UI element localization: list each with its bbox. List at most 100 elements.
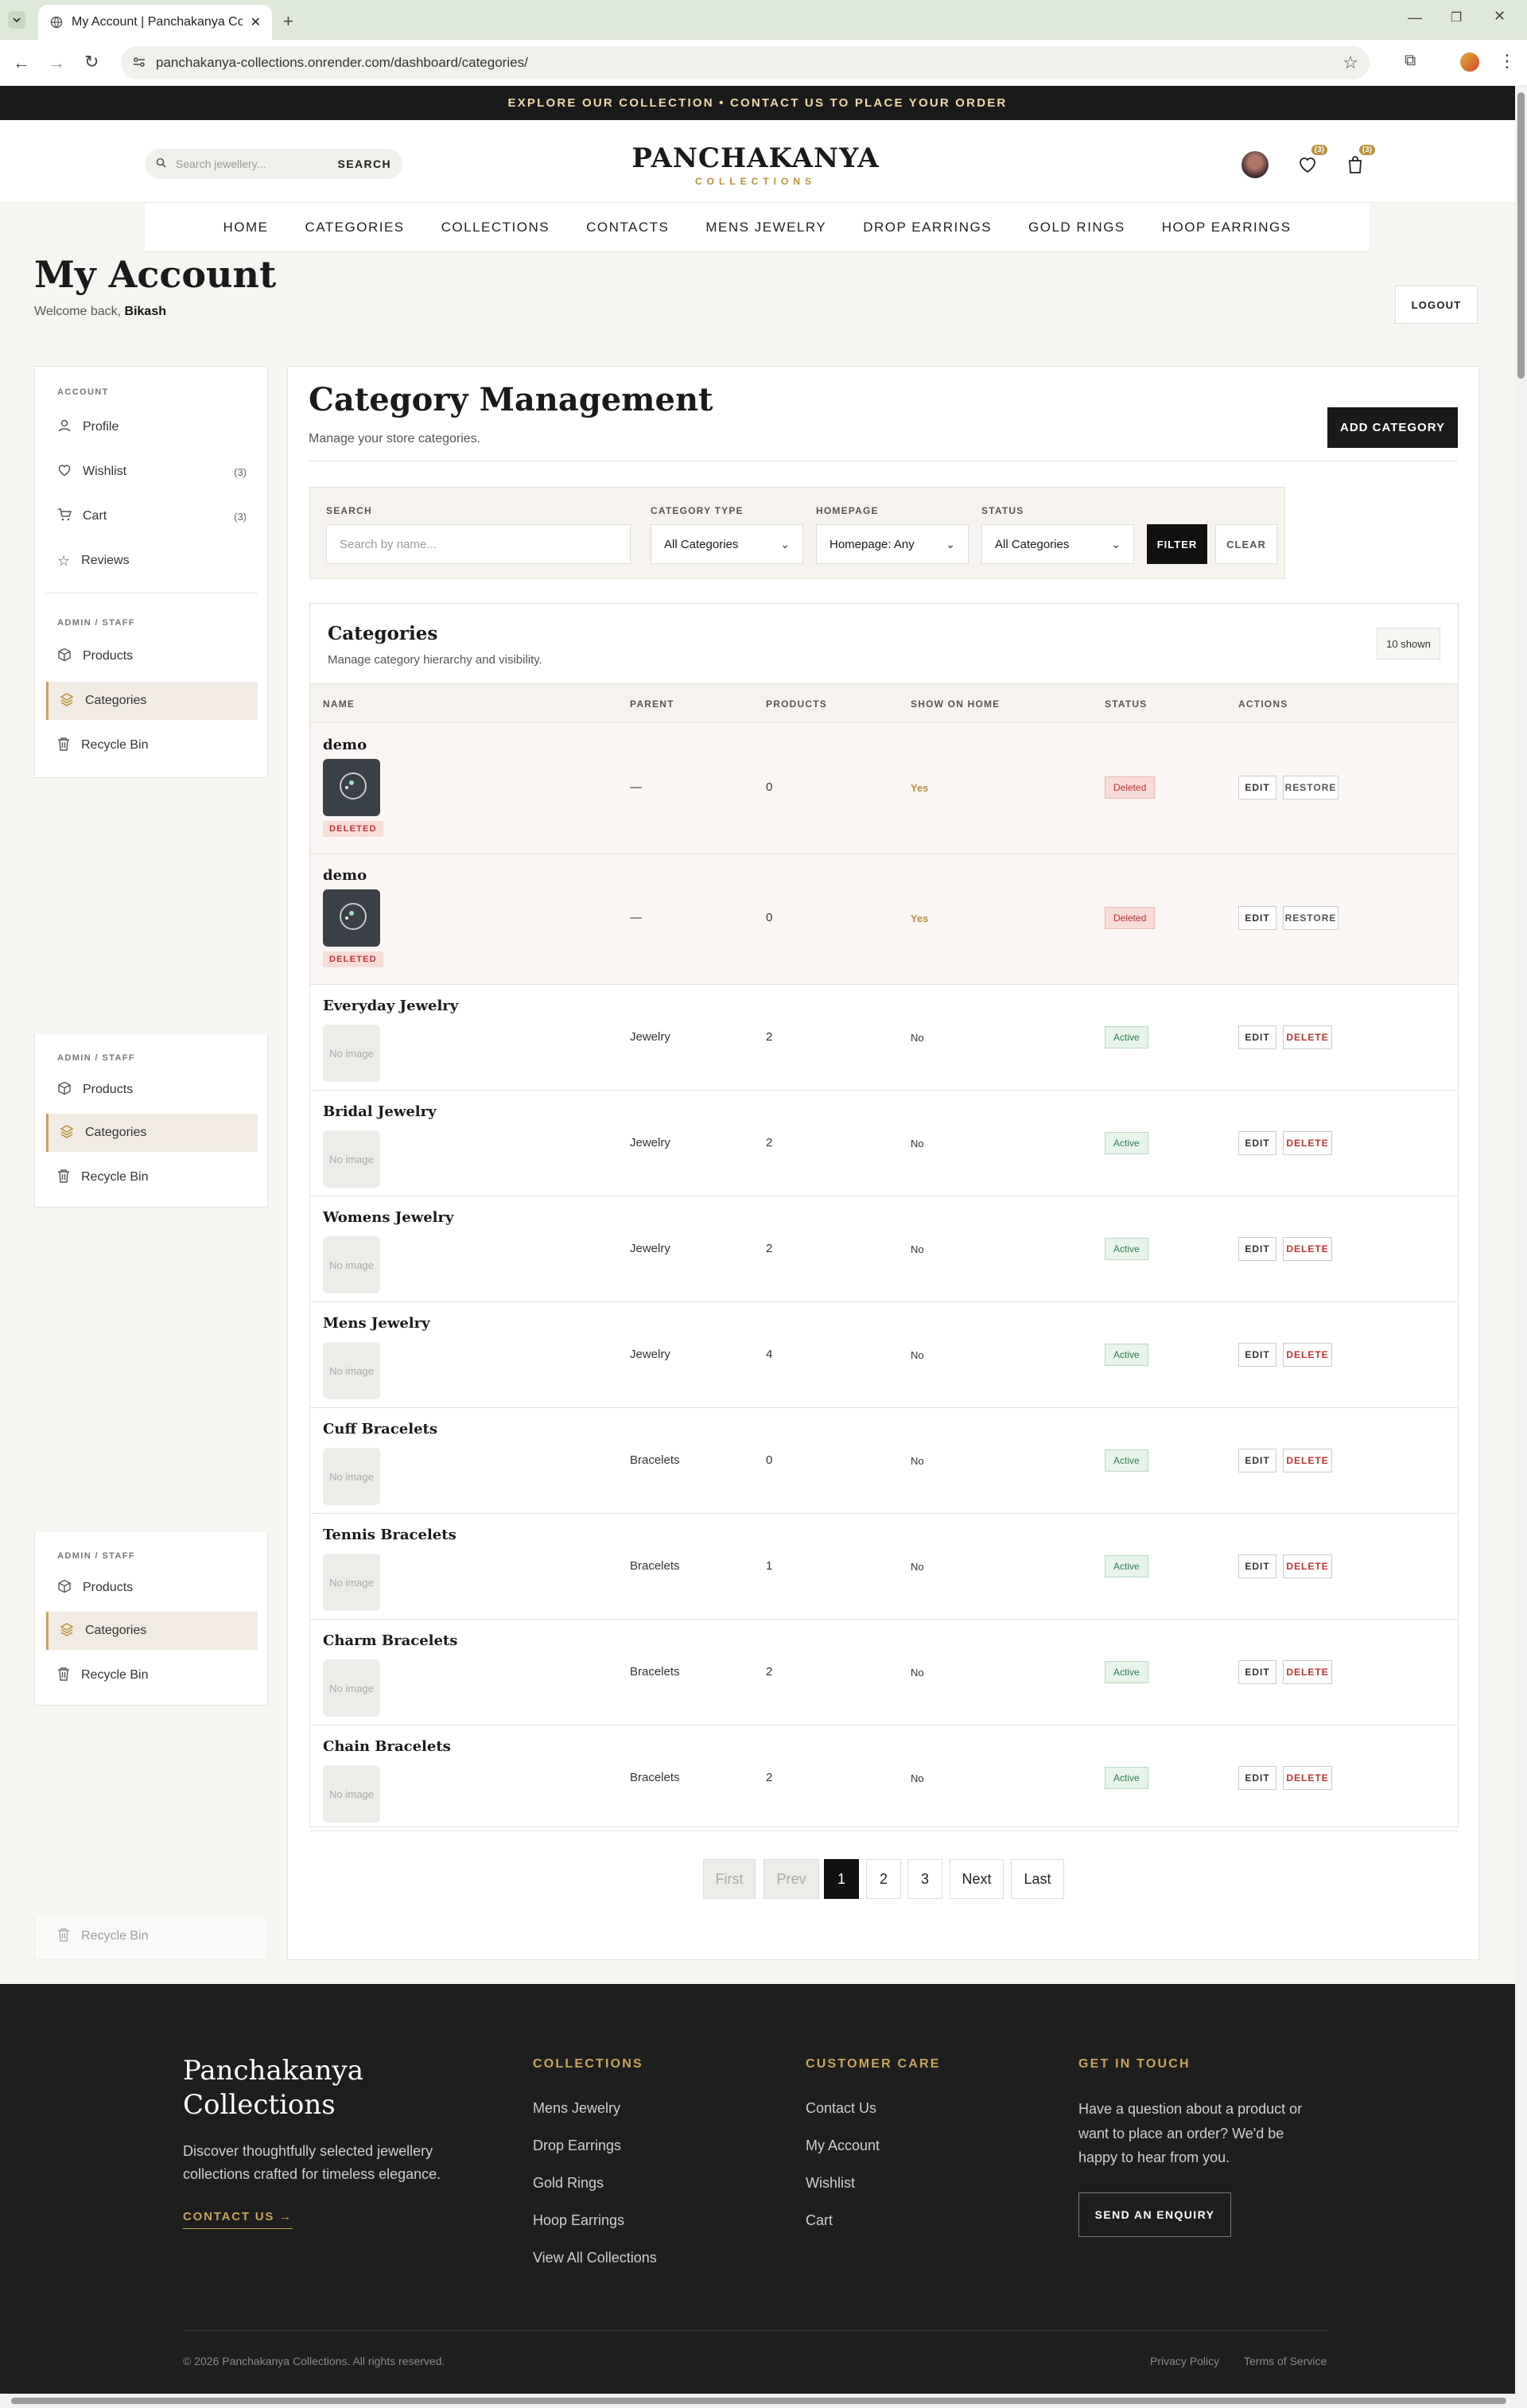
- footer-link[interactable]: Drop Earrings: [533, 2138, 621, 2154]
- nav-mens-jewelry[interactable]: MENS JEWELRY: [705, 220, 826, 235]
- delete-button[interactable]: DELETE: [1283, 1766, 1332, 1790]
- nav-gold-rings[interactable]: GOLD RINGS: [1028, 220, 1125, 235]
- sidebar-item-recycle-bin[interactable]: Recycle Bin: [46, 1917, 258, 1955]
- sidebar-item-categories[interactable]: Categories: [46, 1114, 258, 1152]
- footer-link[interactable]: Hoop Earrings: [533, 2212, 624, 2229]
- reload-icon[interactable]: ↻: [84, 52, 99, 72]
- delete-button[interactable]: DELETE: [1283, 1660, 1332, 1684]
- back-icon[interactable]: ←: [13, 53, 30, 73]
- delete-button[interactable]: DELETE: [1283, 1025, 1332, 1049]
- header-search[interactable]: Search jewellery... SEARCH: [145, 149, 402, 179]
- nav-home[interactable]: HOME: [223, 220, 268, 235]
- forward-icon[interactable]: →: [48, 53, 65, 73]
- terms-link[interactable]: Terms of Service: [1244, 2355, 1327, 2367]
- delete-button[interactable]: DELETE: [1283, 1343, 1332, 1367]
- footer-contact-link[interactable]: CONTACT US →: [183, 2210, 293, 2229]
- sidebar-item-reviews[interactable]: ☆ Reviews: [46, 542, 258, 580]
- scroll-thumb[interactable]: [1517, 92, 1525, 379]
- footer-link[interactable]: Wishlist: [806, 2175, 855, 2192]
- add-category-button[interactable]: ADD CATEGORY: [1327, 407, 1458, 448]
- sidebar-item-categories[interactable]: Categories: [46, 682, 258, 720]
- browser-tab[interactable]: My Account | Panchakanya Coll ✕: [38, 5, 272, 40]
- sidebar-item-categories[interactable]: Categories: [46, 1612, 258, 1650]
- nav-contacts[interactable]: CONTACTS: [586, 220, 669, 235]
- nav-collections[interactable]: COLLECTIONS: [441, 220, 550, 235]
- filter-bar: SEARCH Search by name... CATEGORY TYPE A…: [309, 487, 1285, 579]
- nav-categories[interactable]: CATEGORIES: [305, 220, 404, 235]
- edit-button[interactable]: EDIT: [1238, 1554, 1276, 1578]
- restore-button[interactable]: RESTORE: [1283, 776, 1339, 799]
- restore-icon[interactable]: ❐: [1451, 10, 1462, 25]
- edit-button[interactable]: EDIT: [1238, 776, 1276, 799]
- horizontal-scrollbar[interactable]: [0, 2394, 1527, 2408]
- extensions-icon[interactable]: ⧉: [1405, 52, 1416, 70]
- nav-drop-earrings[interactable]: DROP EARRINGS: [863, 220, 992, 235]
- sidebar-item-products[interactable]: Products: [46, 637, 258, 675]
- sidebar-item-products[interactable]: Products: [46, 1569, 258, 1607]
- sidebar-item-products[interactable]: Products: [46, 1071, 258, 1109]
- search-button[interactable]: SEARCH: [337, 158, 391, 170]
- browser-menu-icon[interactable]: ⋮: [1498, 51, 1516, 72]
- search-input[interactable]: Search jewellery...: [176, 158, 266, 170]
- footer-link[interactable]: Cart: [806, 2212, 833, 2229]
- edit-button[interactable]: EDIT: [1238, 1131, 1276, 1155]
- address-bar[interactable]: panchakanya-collections.onrender.com/das…: [121, 46, 1370, 80]
- page-prev[interactable]: Prev: [764, 1859, 819, 1899]
- filter-button[interactable]: FILTER: [1147, 524, 1207, 564]
- sidebar-label: Profile: [83, 420, 119, 434]
- new-tab-icon[interactable]: +: [283, 11, 293, 32]
- sidebar-item-wishlist[interactable]: Wishlist (3): [46, 453, 258, 491]
- cart-bag-icon[interactable]: (3): [1341, 145, 1375, 179]
- sidebar-item-profile[interactable]: Profile: [46, 408, 258, 446]
- edit-button[interactable]: EDIT: [1238, 1343, 1276, 1367]
- page-2[interactable]: 2: [866, 1859, 901, 1899]
- sidebar-item-recycle-bin[interactable]: Recycle Bin: [46, 1158, 258, 1196]
- sidebar-item-recycle-bin[interactable]: Recycle Bin: [46, 726, 258, 764]
- footer-link[interactable]: Mens Jewelry: [533, 2100, 620, 2117]
- wishlist-heart-icon[interactable]: (3): [1293, 145, 1327, 179]
- delete-button[interactable]: DELETE: [1283, 1131, 1332, 1155]
- nav-hoop-earrings[interactable]: HOOP EARRINGS: [1162, 220, 1292, 235]
- minimize-icon[interactable]: —: [1408, 10, 1422, 26]
- delete-button[interactable]: DELETE: [1283, 1449, 1332, 1472]
- close-window-icon[interactable]: ✕: [1494, 8, 1506, 25]
- delete-button[interactable]: DELETE: [1283, 1554, 1332, 1578]
- vertical-scrollbar[interactable]: [1515, 86, 1527, 2394]
- site-info-icon[interactable]: [132, 55, 146, 69]
- site-logo[interactable]: PANCHAKANYA COLLECTIONS: [628, 142, 883, 187]
- footer-link[interactable]: View All Collections: [533, 2250, 657, 2266]
- edit-button[interactable]: EDIT: [1238, 1766, 1276, 1790]
- restore-button[interactable]: RESTORE: [1283, 906, 1339, 930]
- name-search-input[interactable]: Search by name...: [326, 524, 631, 564]
- logout-button[interactable]: LOGOUT: [1395, 286, 1478, 324]
- send-enquiry-button[interactable]: SEND AN ENQUIRY: [1078, 2192, 1231, 2237]
- user-avatar[interactable]: [1241, 150, 1269, 179]
- page-1[interactable]: 1: [824, 1859, 859, 1899]
- bookmark-star-icon[interactable]: ☆: [1342, 53, 1358, 73]
- page-first[interactable]: First: [703, 1859, 756, 1899]
- page-3[interactable]: 3: [907, 1859, 942, 1899]
- footer-link[interactable]: Contact Us: [806, 2100, 876, 2117]
- sidebar-item-recycle-bin[interactable]: Recycle Bin: [46, 1656, 258, 1694]
- footer-link[interactable]: Gold Rings: [533, 2175, 604, 2192]
- page-next[interactable]: Next: [950, 1859, 1004, 1899]
- scroll-thumb[interactable]: [11, 2398, 1506, 2404]
- status-select[interactable]: All Categories ⌄: [981, 524, 1134, 564]
- edit-button[interactable]: EDIT: [1238, 1660, 1276, 1684]
- clear-button[interactable]: CLEAR: [1215, 524, 1277, 564]
- tab-close-icon[interactable]: ✕: [251, 14, 261, 30]
- profile-avatar-icon[interactable]: [1460, 53, 1479, 72]
- tab-search-icon[interactable]: [8, 11, 25, 29]
- privacy-link[interactable]: Privacy Policy: [1150, 2355, 1219, 2367]
- edit-button[interactable]: EDIT: [1238, 1237, 1276, 1261]
- delete-button[interactable]: DELETE: [1283, 1237, 1332, 1261]
- homepage-select[interactable]: Homepage: Any ⌄: [816, 524, 969, 564]
- edit-button[interactable]: EDIT: [1238, 1025, 1276, 1049]
- show-on-home-value: No: [911, 1349, 924, 1361]
- sidebar-item-cart[interactable]: Cart (3): [46, 497, 258, 535]
- page-last[interactable]: Last: [1011, 1859, 1064, 1899]
- edit-button[interactable]: EDIT: [1238, 1449, 1276, 1472]
- edit-button[interactable]: EDIT: [1238, 906, 1276, 930]
- footer-link[interactable]: My Account: [806, 2138, 880, 2154]
- category-type-select[interactable]: All Categories ⌄: [651, 524, 803, 564]
